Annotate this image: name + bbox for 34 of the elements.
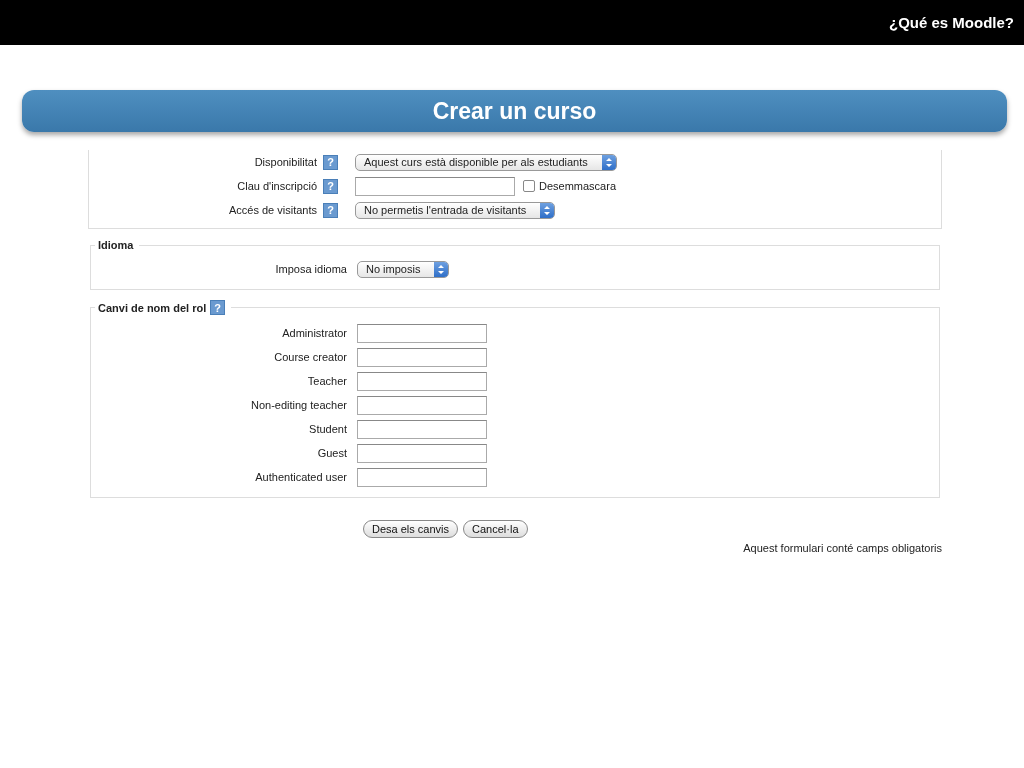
input-field[interactable] — [357, 323, 487, 343]
field-label: Course creator — [274, 351, 347, 363]
section-legend: Idioma — [98, 239, 134, 251]
slide-header-title: ¿Qué es Moodle? — [889, 14, 1014, 31]
section-legend: Canvi de nom del rol — [98, 301, 207, 314]
field-label: Imposa idioma — [275, 263, 347, 275]
dropdown[interactable]: No permetis l'entrada de visitants — [355, 201, 556, 219]
field-label: Non-editing teacher — [251, 399, 347, 411]
input-field[interactable] — [357, 395, 487, 415]
stepper-icon — [601, 154, 616, 170]
field-label: Student — [309, 423, 347, 435]
input-field[interactable] — [357, 371, 487, 391]
field-label: Clau d'inscripció — [237, 180, 317, 192]
stepper-icon — [540, 202, 555, 218]
checkbox[interactable] — [523, 180, 535, 192]
input-field[interactable] — [357, 419, 487, 439]
checkbox-label: Desemmascara — [539, 180, 617, 192]
input-field[interactable] — [355, 176, 515, 196]
field-label: Teacher — [307, 375, 347, 387]
input-field[interactable] — [357, 347, 487, 367]
input-field[interactable] — [357, 467, 487, 487]
slide-title: Crear un curso — [432, 97, 597, 125]
dropdown[interactable]: No imposis — [357, 260, 450, 278]
field-label: Disponibilitat — [254, 156, 317, 168]
form-button[interactable]: Cancel·la — [463, 520, 528, 538]
input-field[interactable] — [357, 443, 487, 463]
stepper-icon — [434, 261, 449, 277]
form-button[interactable]: Desa els canvis — [363, 520, 459, 538]
required-fields-note: Aquest formulari conté camps obligatoris — [743, 542, 942, 554]
field-label: Accés de visitants — [228, 204, 317, 216]
field-label: Guest — [317, 447, 347, 459]
field-label: Administrator — [282, 327, 347, 339]
dropdown[interactable]: Aquest curs està disponible per als estudiants — [355, 153, 617, 171]
field-label: Authenticated user — [255, 471, 347, 483]
